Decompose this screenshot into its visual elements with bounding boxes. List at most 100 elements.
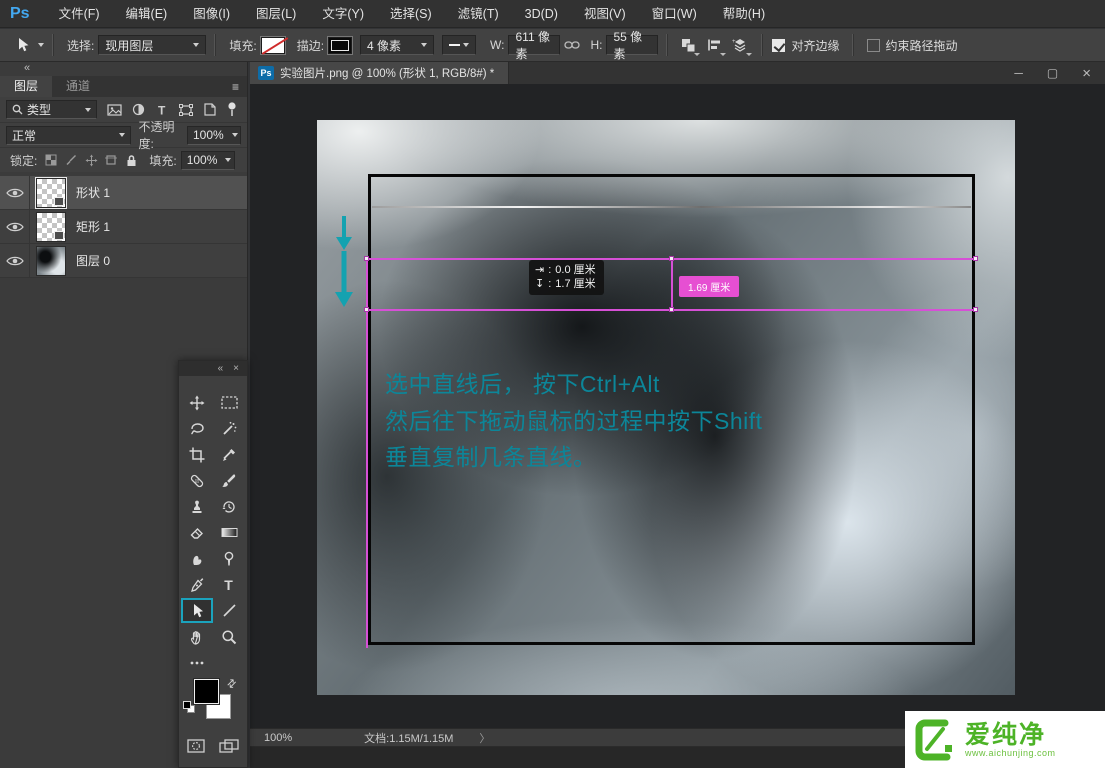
visibility-toggle[interactable] (0, 244, 30, 278)
path-selection-tool[interactable] (181, 598, 213, 623)
height-input[interactable]: 55 像素 (606, 35, 658, 55)
visibility-toggle[interactable] (0, 210, 30, 244)
hand-tool[interactable] (181, 624, 213, 649)
swap-colors-icon[interactable]: ⇄ (224, 676, 240, 692)
align-edges-checkbox[interactable] (772, 39, 785, 52)
menu-help[interactable]: 帮助(H) (710, 0, 778, 28)
menu-layer[interactable]: 图层(L) (243, 0, 309, 28)
constrain-path-checkbox[interactable] (867, 39, 880, 52)
type-tool[interactable]: T (213, 572, 245, 597)
screen-mode-icon[interactable] (219, 739, 239, 753)
path-anchor[interactable] (973, 256, 978, 261)
layer-name[interactable]: 形状 1 (76, 184, 110, 201)
toolbox-collapse-button[interactable]: « (218, 363, 224, 374)
panel-menu-icon[interactable]: ≡ (232, 80, 239, 94)
path-anchor[interactable] (973, 307, 978, 312)
pen-tool[interactable] (181, 572, 213, 597)
zoom-level-field[interactable]: 100% (264, 732, 292, 744)
filter-type-dropdown[interactable]: 类型 (6, 100, 97, 119)
path-alignment-button[interactable] (701, 33, 727, 57)
edit-toolbar-button[interactable] (181, 650, 213, 675)
lasso-tool[interactable] (181, 416, 213, 441)
marquee-tool[interactable] (213, 390, 245, 415)
blend-mode-dropdown[interactable]: 正常 (6, 126, 131, 145)
menu-window[interactable]: 窗口(W) (639, 0, 710, 28)
menu-file[interactable]: 文件(F) (46, 0, 113, 28)
history-brush-tool[interactable] (213, 494, 245, 519)
fill-opacity-dropdown[interactable]: 100% (181, 151, 235, 170)
path-arrangement-button[interactable]: + (727, 33, 753, 57)
brush-tool[interactable] (213, 468, 245, 493)
layer-thumbnail[interactable] (36, 212, 66, 242)
document-size-info[interactable]: 文档:1.15M/1.15M (364, 730, 453, 746)
tab-channels[interactable]: 通道 (52, 76, 104, 97)
filter-toggle-button[interactable] (223, 98, 241, 122)
stroke-swatch[interactable] (328, 37, 352, 54)
eyedropper-tool[interactable] (213, 442, 245, 467)
visibility-toggle[interactable] (0, 176, 30, 210)
lock-artboard-button[interactable] (101, 148, 121, 172)
line-tool[interactable] (213, 598, 245, 623)
dodge-tool[interactable] (213, 546, 245, 571)
menu-type[interactable]: 文字(Y) (309, 0, 377, 28)
lock-pixels-button[interactable] (61, 148, 81, 172)
layer-thumbnail[interactable] (36, 178, 66, 208)
path-anchor[interactable] (364, 307, 369, 312)
menu-view[interactable]: 视图(V) (571, 0, 639, 28)
fill-swatch[interactable] (261, 37, 285, 54)
tool-preset[interactable] (16, 37, 44, 53)
filter-type-layers-button[interactable]: T (151, 98, 173, 122)
layer-row-layer0[interactable]: 图层 0 (0, 244, 247, 278)
status-chevron[interactable]: 〉 (479, 730, 490, 746)
stroke-width-dropdown[interactable]: 4 像素 (360, 35, 434, 55)
quick-mask-icon[interactable] (187, 739, 205, 753)
filter-adjustment-layers-button[interactable] (127, 98, 149, 122)
zoom-tool[interactable] (213, 624, 245, 649)
canvas-viewport[interactable]: ⇥:0.0 厘米 ↧:1.7 厘米 1.69 厘米 选中直线后， 按下Ctrl+… (250, 84, 1105, 728)
eraser-tool[interactable] (181, 520, 213, 545)
menu-3d[interactable]: 3D(D) (512, 0, 571, 28)
menu-image[interactable]: 图像(I) (180, 0, 243, 28)
magenta-path-left-edge[interactable] (366, 258, 368, 648)
menu-filter[interactable]: 滤镜(T) (445, 0, 512, 28)
path-anchor[interactable] (364, 256, 369, 261)
move-tool[interactable] (181, 390, 213, 415)
path-anchor[interactable] (669, 307, 674, 312)
gradient-tool[interactable] (213, 520, 245, 545)
gray-line-shape[interactable] (372, 206, 971, 208)
filter-smart-objects-button[interactable] (199, 98, 221, 122)
menu-select[interactable]: 选择(S) (377, 0, 445, 28)
path-operations-button[interactable] (675, 33, 701, 57)
layer-thumbnail[interactable] (36, 246, 66, 276)
canvas-image[interactable]: ⇥:0.0 厘米 ↧:1.7 厘米 1.69 厘米 选中直线后， 按下Ctrl+… (317, 120, 1015, 695)
filter-pixel-layers-button[interactable] (103, 98, 125, 122)
width-input[interactable]: 611 像素 (508, 35, 560, 55)
select-mode-dropdown[interactable]: 现用图层 (98, 35, 206, 55)
quick-selection-tool[interactable] (213, 416, 245, 441)
document-tab[interactable]: Ps 实验图片.png @ 100% (形状 1, RGB/8#) * (250, 62, 509, 84)
layer-row-rect1[interactable]: 矩形 1 (0, 210, 247, 244)
toolbox-close-button[interactable]: × (233, 363, 239, 374)
layer-name[interactable]: 图层 0 (76, 252, 110, 269)
minimize-button[interactable]: ─ (1014, 66, 1023, 80)
dock-collapse-button[interactable]: « (0, 62, 247, 76)
smudge-tool[interactable] (181, 546, 213, 571)
close-button[interactable]: × (1082, 65, 1091, 82)
maximize-button[interactable]: ▢ (1047, 66, 1058, 80)
path-anchor[interactable] (669, 256, 674, 261)
magenta-path-center-segment[interactable] (671, 258, 673, 311)
stroke-type-dropdown[interactable] (442, 35, 476, 55)
layer-name[interactable]: 矩形 1 (76, 218, 110, 235)
clone-stamp-tool[interactable] (181, 494, 213, 519)
link-dimensions-icon[interactable] (564, 39, 580, 51)
foreground-color-swatch[interactable] (194, 679, 219, 704)
healing-brush-tool[interactable] (181, 468, 213, 493)
menu-edit[interactable]: 编辑(E) (113, 0, 181, 28)
tab-layers[interactable]: 图层 (0, 76, 52, 97)
lock-transparency-button[interactable] (41, 148, 61, 172)
lock-position-button[interactable] (81, 148, 101, 172)
layer-row-shape1[interactable]: 形状 1 (0, 176, 247, 210)
lock-all-button[interactable] (121, 148, 141, 172)
opacity-dropdown[interactable]: 100% (187, 126, 241, 145)
filter-shape-layers-button[interactable] (175, 98, 197, 122)
